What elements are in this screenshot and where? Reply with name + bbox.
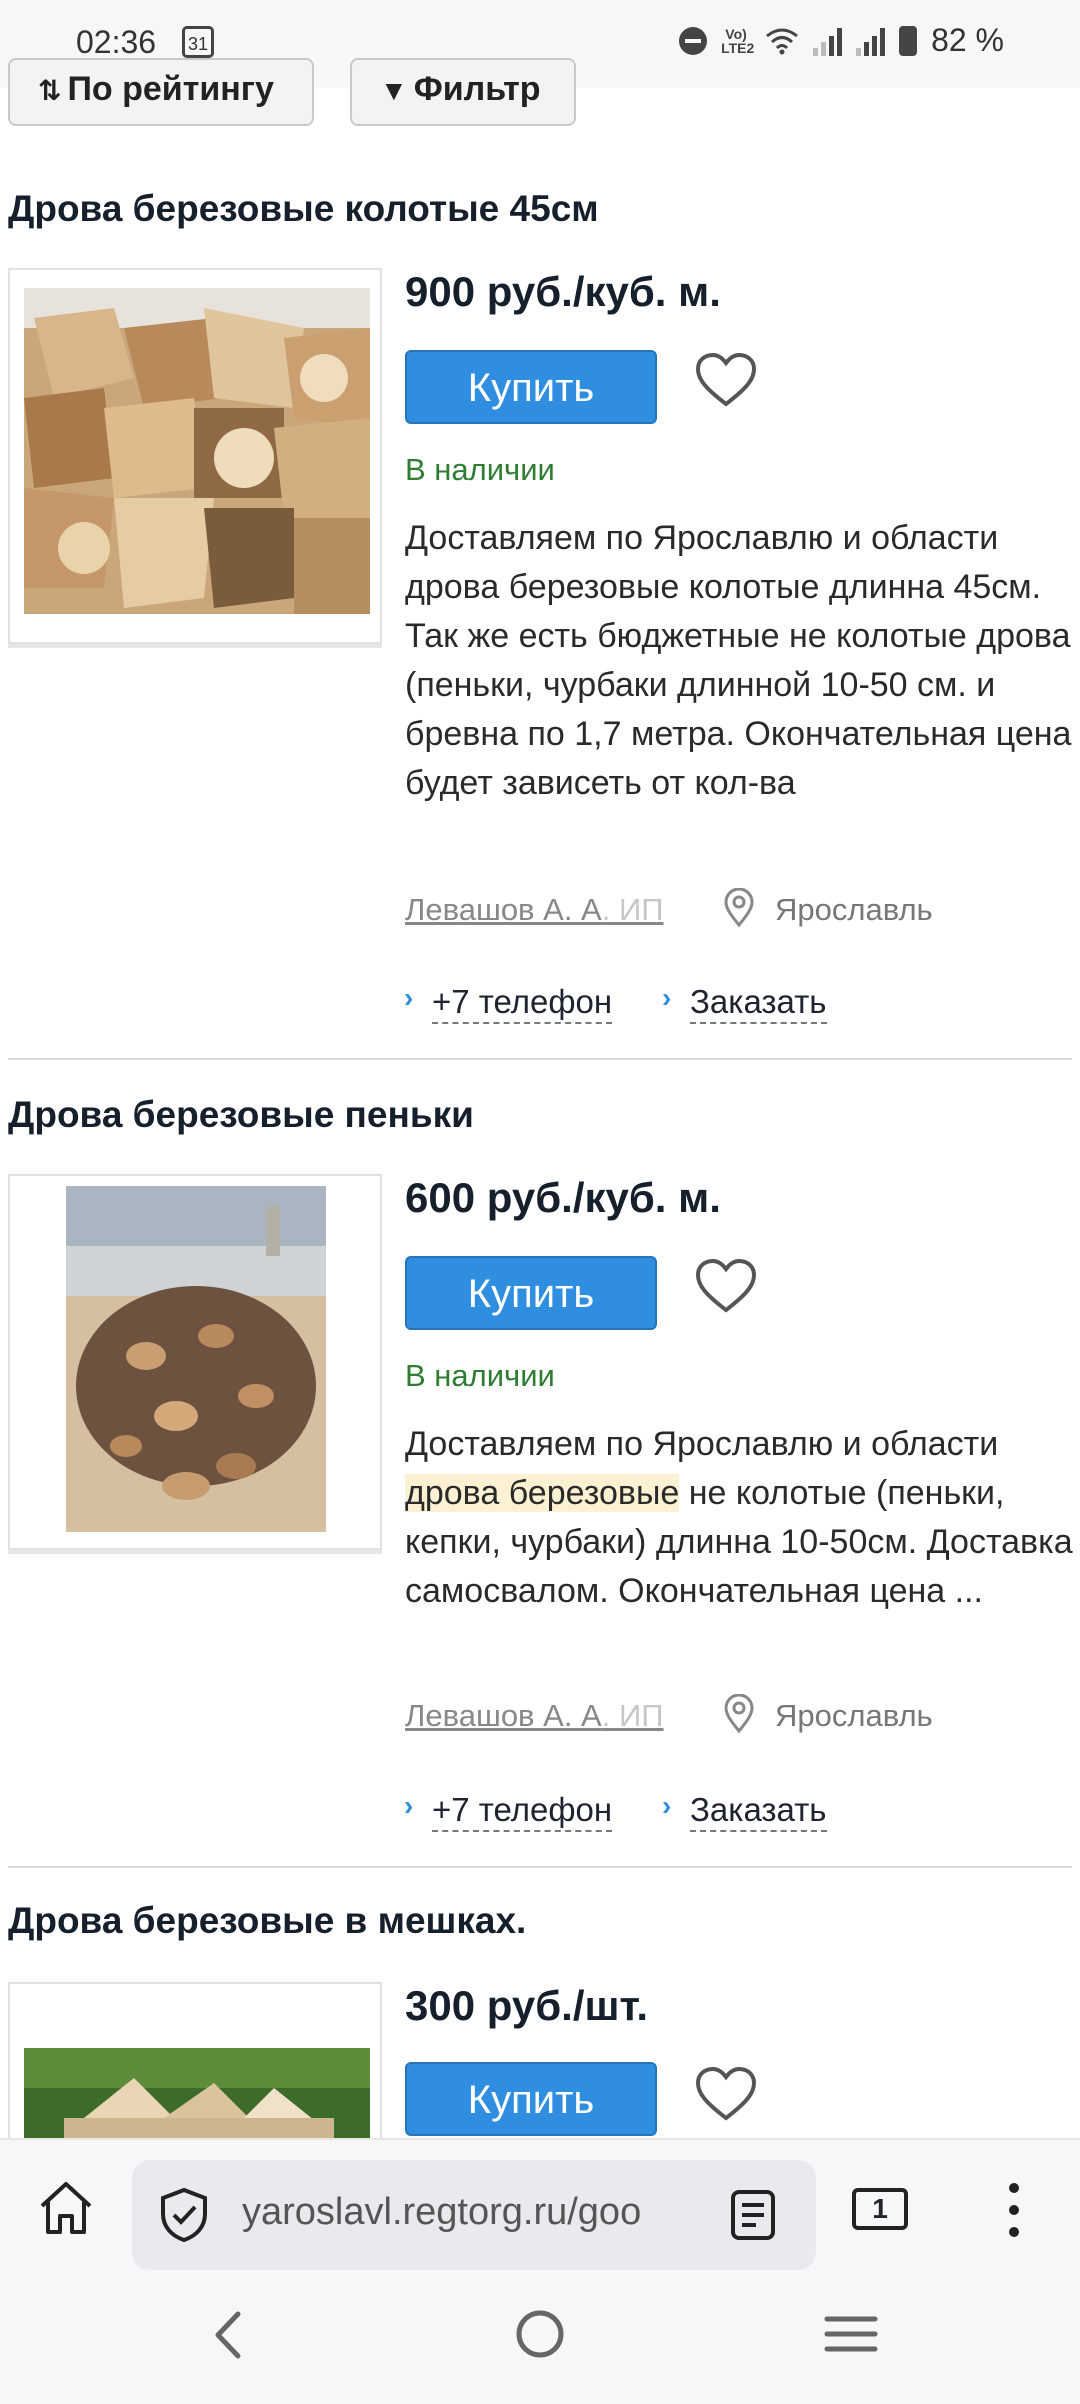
filter-label: Фильтр	[413, 70, 541, 108]
signal-2-icon	[856, 26, 886, 56]
location-pin-icon	[724, 1694, 754, 1734]
chevron-right-icon: ›	[404, 982, 414, 1013]
favorite-heart-icon[interactable]	[695, 1258, 757, 1314]
sort-icon: ⇅	[38, 75, 62, 106]
recent-apps-icon[interactable]	[824, 2314, 878, 2354]
order-link[interactable]: Заказать	[690, 1790, 827, 1832]
product-title[interactable]: Дрова березовые пеньки	[8, 1094, 474, 1136]
divider	[8, 1866, 1072, 1868]
firewood-bags-image	[24, 2048, 370, 2152]
sort-label: По рейтингу	[67, 70, 274, 108]
product-image-frame[interactable]	[8, 1982, 382, 2152]
chevron-right-icon: ›	[404, 1790, 414, 1821]
status-icons: Vo) LTE2 82 %	[679, 22, 1004, 59]
stock-status: В наличии	[405, 452, 555, 487]
home-circle-icon[interactable]	[514, 2308, 566, 2360]
product-image-frame[interactable]	[8, 268, 382, 644]
product-title[interactable]: Дрова березовые колотые 45см	[8, 188, 599, 230]
address-bar[interactable]: yaroslavl.regtorg.ru/goo	[132, 2160, 816, 2270]
reader-mode-icon[interactable]	[730, 2189, 776, 2241]
description-text: Доставляем по Ярославлю и области	[405, 1425, 999, 1463]
product-title[interactable]: Дрова березовые в мешках.	[8, 1900, 526, 1942]
favorite-heart-icon[interactable]	[695, 2066, 757, 2122]
sort-button[interactable]: ⇅ По рейтингу	[8, 58, 314, 126]
filter-icon: ▼	[380, 75, 408, 106]
browser-toolbar: yaroslavl.regtorg.ru/goo 1	[0, 2138, 1080, 2274]
battery-percent: 82 %	[931, 22, 1004, 58]
chevron-right-icon: ›	[662, 1790, 672, 1821]
product-description: Доставляем по Ярославлю и области дрова …	[405, 1420, 1075, 1616]
wifi-icon	[766, 28, 798, 54]
seller-name: Левашов А. А	[405, 892, 602, 927]
description-highlight: дрова березовые	[405, 1474, 680, 1512]
stumps-image	[66, 1186, 326, 1532]
signal-1-icon	[813, 26, 843, 56]
buy-button[interactable]: Купить	[405, 1256, 657, 1330]
favorite-heart-icon[interactable]	[695, 352, 757, 408]
product-price: 900 руб./куб. м.	[405, 268, 721, 315]
product-price: 300 руб./шт.	[405, 1982, 649, 2029]
seller-link[interactable]: Левашов А. А. ИП	[405, 892, 664, 928]
battery-icon	[899, 25, 918, 56]
system-navigation-bar	[0, 2274, 1080, 2404]
city-label: Ярославль	[775, 1698, 933, 1733]
do-not-disturb-icon	[679, 26, 708, 55]
stock-status: В наличии	[405, 1358, 555, 1393]
product-price: 600 руб./куб. м.	[405, 1174, 721, 1221]
url-text[interactable]: yaroslavl.regtorg.ru/goo	[242, 2191, 682, 2234]
city-label: Ярославль	[775, 892, 933, 927]
shield-check-icon[interactable]	[158, 2187, 210, 2243]
back-icon[interactable]	[208, 2310, 248, 2360]
filter-button[interactable]: ▼ Фильтр	[350, 58, 576, 126]
tab-count: 1	[872, 2193, 888, 2224]
status-time: 02:36	[76, 24, 157, 60]
tabs-button[interactable]: 1	[852, 2188, 908, 2230]
volte-icon: Vo) LTE2	[721, 25, 755, 56]
chevron-right-icon: ›	[662, 982, 672, 1013]
product-description: Доставляем по Ярославлю и области дрова …	[405, 519, 1072, 802]
buy-button[interactable]: Купить	[405, 350, 657, 424]
seller-link[interactable]: Левашов А. А. ИП	[405, 1698, 664, 1734]
more-options-icon[interactable]	[1004, 2182, 1024, 2238]
divider	[8, 1058, 1072, 1060]
order-link[interactable]: Заказать	[690, 982, 827, 1024]
seller-name-fade: . ИП	[601, 1698, 664, 1733]
calendar-icon: 31	[182, 26, 214, 58]
buy-button[interactable]: Купить	[405, 2062, 657, 2136]
firewood-image	[24, 288, 370, 614]
home-icon[interactable]	[36, 2180, 96, 2236]
phone-link[interactable]: +7 телефон	[432, 1790, 613, 1832]
seller-name-fade: . ИП	[601, 892, 664, 927]
location-pin-icon	[724, 888, 754, 928]
phone-link[interactable]: +7 телефон	[432, 982, 613, 1024]
seller-name: Левашов А. А	[405, 1698, 602, 1733]
product-image-frame[interactable]	[8, 1174, 382, 1550]
